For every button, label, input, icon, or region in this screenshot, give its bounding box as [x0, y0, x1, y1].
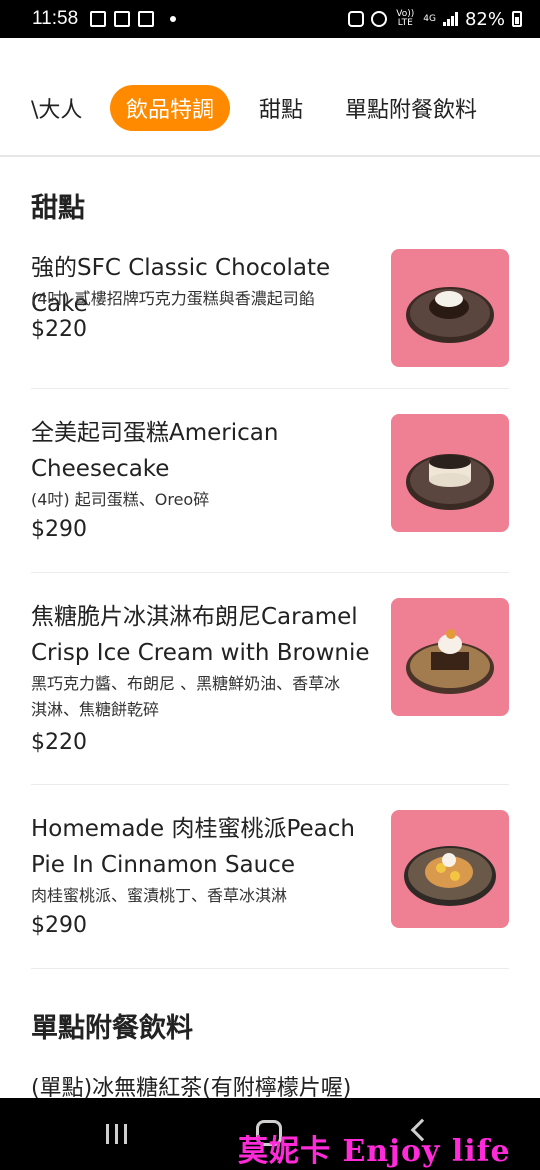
tab-label: 飲品特調: [126, 98, 215, 123]
battery-percent: 82%: [464, 8, 505, 30]
menu-item[interactable]: Homemade 肉桂蜜桃派Peach Pie In Cinnamon Sauc…: [31, 785, 509, 969]
calendar-icon: [90, 11, 107, 27]
item-description: 肉桂蜜桃派、蜜漬桃丁、香草冰淇淋: [31, 886, 288, 905]
tab-side-drinks[interactable]: 單點附餐飲料: [345, 85, 477, 131]
item-name-line: Cheesecake: [31, 456, 170, 482]
item-description: (4吋) 起司蛋糕、Oreo碎: [31, 490, 210, 509]
watermark: 莫妮卡 Enjoy life: [238, 1134, 511, 1169]
peach-pie-photo: [391, 810, 509, 928]
item-name-line: Crisp Ice Cream with Brownie: [31, 640, 370, 666]
menu-item[interactable]: 焦糖脆片冰淇淋布朗尼Caramel Crisp Ice Cream with B…: [31, 573, 509, 785]
tab-label: 甜點: [259, 98, 304, 123]
lock-icon: [348, 11, 365, 27]
notification-dot-icon: [170, 16, 177, 22]
category-tab-bar: \大人 飲品特調 甜點 單點附餐飲料: [0, 38, 540, 157]
volte-indicator: Vo)) LTE: [396, 9, 415, 28]
item-description: 淇淋、焦糖餅乾碎: [31, 700, 160, 719]
tab-label: \大人: [31, 98, 83, 123]
status-time: 11:58: [32, 8, 79, 29]
cheesecake-photo: [391, 414, 509, 532]
item-name-line: 全美起司蛋糕American: [31, 420, 279, 446]
item-price: $290: [31, 913, 87, 938]
tab-adult[interactable]: \大人: [31, 85, 82, 131]
item-description: (4吋) 貳樓招牌巧克力蛋糕與香濃起司餡: [31, 289, 315, 308]
news-icon: [138, 11, 155, 27]
item-price: $220: [31, 317, 87, 342]
brownie-photo: [391, 598, 509, 716]
alarm-icon: [371, 11, 388, 27]
item-name-line: Pie In Cinnamon Sauce: [31, 852, 296, 878]
item-price: $290: [31, 517, 87, 542]
item-name-line: 焦糖脆片冰淇淋布朗尼Caramel: [31, 604, 358, 630]
menu-item[interactable]: 強的SFC Classic Chocolate Cake (4吋) 貳樓招牌巧克…: [31, 245, 509, 389]
tab-label: 單點附餐飲料: [345, 98, 478, 123]
network-type: 4G: [423, 13, 436, 24]
section-title-side-drinks: 單點附餐飲料: [31, 1013, 193, 1044]
item-description: 黑巧克力醬、布朗尼 、黑糖鮮奶油、香草冰: [31, 674, 341, 693]
recent-apps-icon[interactable]: [106, 1124, 127, 1144]
section-title-desserts: 甜點: [31, 193, 85, 224]
gift-icon: [114, 11, 131, 27]
chocolate-cake-photo: [391, 249, 509, 367]
status-bar: 11:58 Vo)) LTE 4G 82%: [0, 0, 540, 38]
item-name-line: Homemade 肉桂蜜桃派Peach: [31, 816, 355, 842]
menu-item[interactable]: 全美起司蛋糕American Cheesecake (4吋) 起司蛋糕、Oreo…: [31, 389, 509, 573]
tab-desserts[interactable]: 甜點: [259, 85, 303, 131]
signal-icon: [442, 12, 458, 26]
item-price: $220: [31, 730, 87, 755]
battery-icon: [512, 11, 522, 27]
tab-drinks[interactable]: 飲品特調: [110, 85, 231, 131]
item-name-line: 強的SFC Classic Chocolate Cake: [31, 255, 331, 317]
